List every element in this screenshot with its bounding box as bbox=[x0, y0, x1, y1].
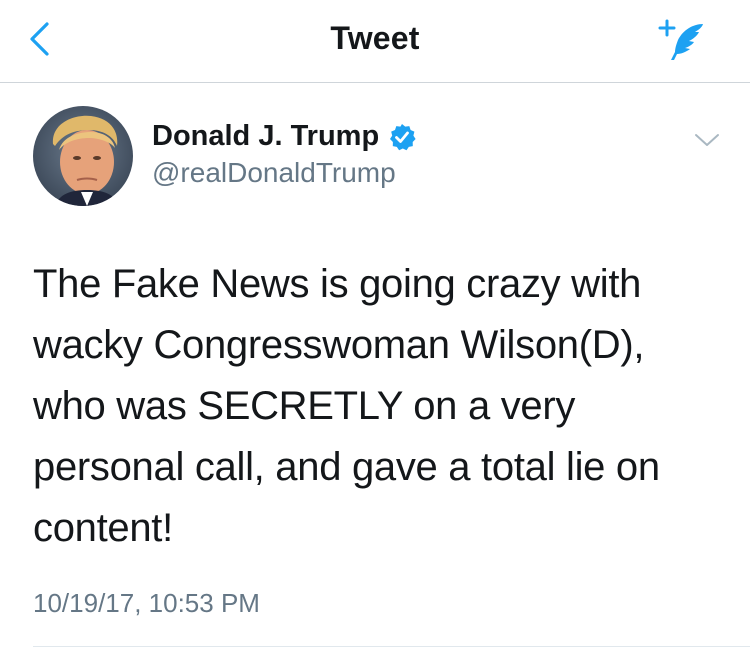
tweet-text-line: wacky Congresswoman Wilson(D), bbox=[33, 323, 645, 367]
tweet-text-line: personal call, and gave a total lie on bbox=[33, 445, 660, 489]
tweet-text-line: The Fake News is going crazy with bbox=[33, 262, 642, 306]
author-handle[interactable]: @realDonaldTrump bbox=[152, 157, 396, 189]
tweet-text-line: who was SECRETLY on a very bbox=[33, 384, 576, 428]
compose-tweet-button[interactable] bbox=[656, 16, 710, 66]
navigation-bar: Tweet bbox=[0, 0, 750, 83]
tweet-timestamp: 10/19/17, 10:53 PM bbox=[33, 588, 260, 618]
author-name-row[interactable]: Donald J. Trump bbox=[152, 120, 417, 153]
divider bbox=[33, 646, 750, 647]
avatar[interactable] bbox=[33, 106, 133, 206]
tweet-text-line: content! bbox=[33, 506, 173, 550]
tweet-text: The Fake News is going crazy with wacky … bbox=[33, 254, 723, 559]
tweet-detail-screen: Tweet Donald J. Trump @realDonaldTrump T… bbox=[0, 0, 750, 651]
tweet-options-button[interactable] bbox=[692, 128, 722, 152]
avatar-photo bbox=[33, 106, 133, 206]
compose-feather-icon bbox=[658, 19, 703, 60]
nav-title: Tweet bbox=[330, 20, 420, 56]
author-name[interactable]: Donald J. Trump bbox=[152, 120, 379, 153]
chevron-down-icon bbox=[695, 134, 719, 146]
verified-badge-icon bbox=[387, 122, 417, 152]
